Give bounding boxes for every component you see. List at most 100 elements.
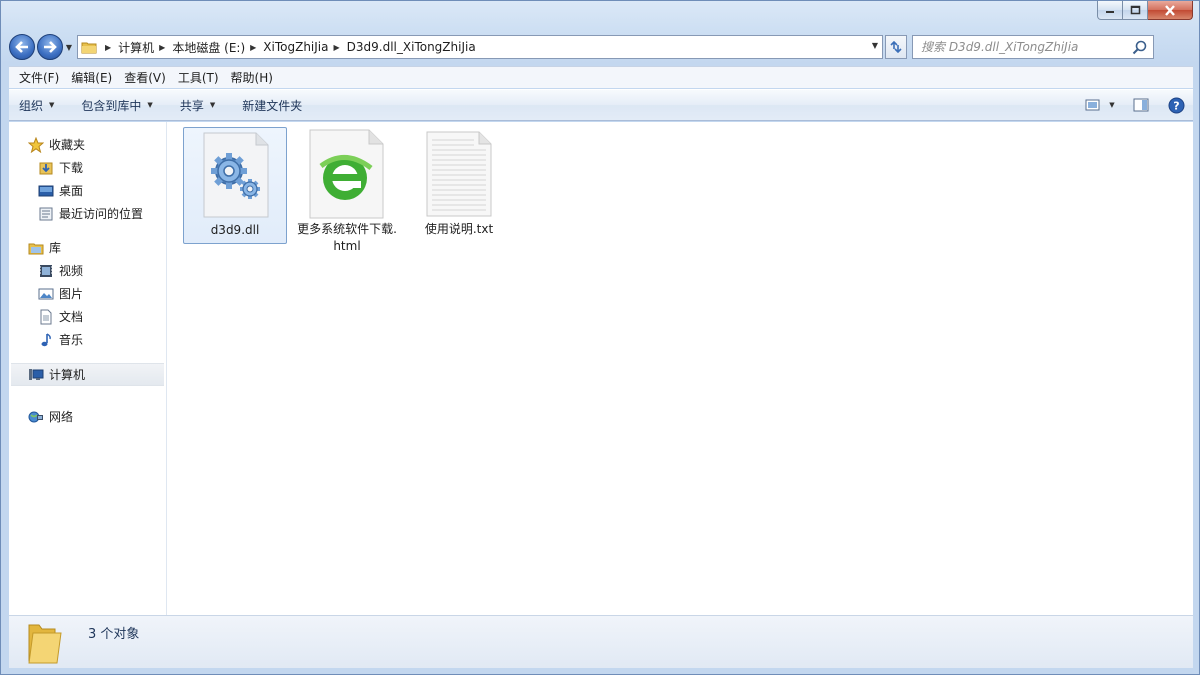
- folder-icon: [25, 621, 65, 668]
- computer-group: 计算机: [9, 363, 166, 386]
- documents-icon: [38, 309, 54, 325]
- back-button[interactable]: [9, 34, 35, 60]
- file-name: d3d9.dll: [210, 223, 260, 237]
- menu-tools[interactable]: 工具(T): [172, 69, 225, 86]
- star-icon: [28, 136, 44, 153]
- downloads-label: 下载: [59, 161, 84, 175]
- file-item[interactable]: 使用说明.txt: [407, 127, 511, 238]
- videos-label: 视频: [59, 264, 84, 278]
- menu-edit[interactable]: 编辑(E): [65, 69, 118, 86]
- chevron-down-icon: ▼: [1109, 101, 1115, 109]
- preview-pane-icon: [1133, 98, 1149, 112]
- downloads-folder-icon: [38, 160, 54, 176]
- sidebar-item-computer[interactable]: 计算机: [11, 363, 164, 386]
- address-history-dropdown[interactable]: ▼: [872, 41, 878, 50]
- sidebar-item-downloads[interactable]: 下载: [9, 156, 166, 179]
- chevron-down-icon: ▼: [147, 101, 153, 109]
- network-group: 网络: [9, 405, 166, 428]
- pictures-label: 图片: [59, 287, 84, 301]
- search-icon: [1132, 40, 1147, 55]
- file-item[interactable]: d3d9.dll: [183, 127, 287, 244]
- music-icon: [38, 332, 54, 348]
- close-icon: [1165, 4, 1175, 16]
- sidebar-item-desktop[interactable]: 桌面: [9, 179, 166, 202]
- help-icon: ?: [1168, 97, 1184, 113]
- sidebar-item-libraries[interactable]: 库: [9, 236, 166, 259]
- search-box[interactable]: [912, 35, 1154, 59]
- file-name: 更多系统软件下载.html: [297, 222, 397, 253]
- video-icon: [38, 263, 54, 279]
- sidebar-item-recent-places[interactable]: 最近访问的位置: [9, 202, 166, 225]
- new-folder-button[interactable]: 新建文件夹: [242, 97, 302, 114]
- item-count: 3 个对象: [88, 627, 140, 642]
- recent-places-label: 最近访问的位置: [59, 207, 144, 221]
- menu-bar: 文件(F) 编辑(E) 查看(V) 工具(T) 帮助(H): [9, 66, 1193, 88]
- breadcrumb-separator[interactable]: ▶: [100, 43, 118, 52]
- forward-button[interactable]: [37, 34, 63, 60]
- chevron-down-icon: ▼: [65, 42, 73, 52]
- maximize-icon: [1130, 5, 1140, 15]
- breadcrumb-computer[interactable]: 计算机: [118, 39, 154, 56]
- desktop-label: 桌面: [59, 184, 84, 198]
- navigation-bar: ▼ ▶ 计算机 ▶ 本地磁盘 (E:) ▶ XiTogZhiJia ▶ D3d9…: [9, 33, 1193, 61]
- include-library-label: 包含到库中: [81, 98, 142, 113]
- desktop-icon: [38, 183, 54, 199]
- arrow-right-icon: [44, 41, 57, 53]
- breadcrumb-separator[interactable]: ▶: [154, 43, 172, 52]
- file-list[interactable]: d3d9.dll 更多系统软件下载.html 使用说明.txt: [175, 122, 1193, 615]
- caption-buttons: [1097, 1, 1193, 20]
- sidebar-item-documents[interactable]: 文档: [9, 305, 166, 328]
- new-folder-label: 新建文件夹: [242, 98, 303, 113]
- menu-file[interactable]: 文件(F): [13, 69, 65, 86]
- refresh-icon: [890, 41, 902, 53]
- breadcrumb-separator[interactable]: ▶: [245, 43, 263, 52]
- minimize-button[interactable]: [1097, 1, 1123, 20]
- preview-pane-button[interactable]: [1123, 90, 1159, 120]
- music-label: 音乐: [59, 333, 84, 347]
- share-button[interactable]: 共享 ▼: [180, 97, 215, 114]
- menu-help[interactable]: 帮助(H): [225, 69, 279, 86]
- content-area: 收藏夹 下载 桌面 最近访问的位置 库 视频 图片 文档 音乐 计算机 网络 d…: [9, 122, 1193, 615]
- library-icon: [28, 240, 44, 256]
- maximize-button[interactable]: [1123, 1, 1148, 20]
- recent-pages-dropdown[interactable]: ▼: [63, 34, 75, 60]
- view-icon: [1085, 99, 1100, 111]
- arrow-left-icon: [15, 41, 28, 53]
- sidebar-item-videos[interactable]: 视频: [9, 259, 166, 282]
- organize-label: 组织: [19, 98, 44, 113]
- minimize-icon: [1106, 11, 1114, 13]
- refresh-button[interactable]: [885, 35, 907, 59]
- sidebar-item-network[interactable]: 网络: [9, 405, 166, 428]
- organize-button[interactable]: 组织 ▼: [19, 97, 54, 114]
- search-input[interactable]: [921, 40, 1121, 54]
- sidebar-item-music[interactable]: 音乐: [9, 328, 166, 351]
- breadcrumb-drive[interactable]: 本地磁盘 (E:): [172, 39, 245, 56]
- folder-icon: [78, 36, 100, 58]
- view-controls: ▼ ?: [1077, 90, 1193, 120]
- favorites-group: 收藏夹 下载 桌面 最近访问的位置: [9, 133, 166, 225]
- network-label: 网络: [49, 410, 74, 424]
- include-in-library-button[interactable]: 包含到库中 ▼: [81, 97, 152, 114]
- help-button[interactable]: ?: [1159, 90, 1193, 120]
- chevron-down-icon: ▼: [49, 101, 55, 109]
- change-view-button[interactable]: ▼: [1077, 90, 1123, 120]
- sidebar-item-pictures[interactable]: 图片: [9, 282, 166, 305]
- sidebar-item-favorites[interactable]: 收藏夹: [9, 133, 166, 156]
- menu-view[interactable]: 查看(V): [118, 69, 172, 86]
- breadcrumb-current[interactable]: D3d9.dll_XiTongZhiJia: [347, 40, 476, 54]
- command-bar: 组织 ▼ 包含到库中 ▼ 共享 ▼ 新建文件夹 ▼ ?: [9, 89, 1193, 121]
- gear-file-icon: [184, 128, 288, 222]
- network-icon: [28, 409, 44, 425]
- navigation-pane[interactable]: 收藏夹 下载 桌面 最近访问的位置 库 视频 图片 文档 音乐 计算机 网络: [9, 122, 167, 615]
- chevron-down-icon: ▼: [209, 101, 216, 109]
- address-bar[interactable]: ▶ 计算机 ▶ 本地磁盘 (E:) ▶ XiTogZhiJia ▶ D3d9.d…: [77, 35, 883, 59]
- browser-e-icon: [295, 127, 399, 221]
- file-name: 使用说明.txt: [424, 222, 494, 236]
- text-file-icon: [407, 127, 511, 221]
- computer-label: 计算机: [49, 368, 86, 382]
- close-button[interactable]: [1148, 1, 1193, 20]
- breadcrumb-folder[interactable]: XiTogZhiJia: [263, 40, 328, 54]
- libraries-group: 库 视频 图片 文档 音乐: [9, 236, 166, 351]
- file-item[interactable]: 更多系统软件下载.html: [295, 127, 399, 255]
- breadcrumb-separator[interactable]: ▶: [329, 43, 347, 52]
